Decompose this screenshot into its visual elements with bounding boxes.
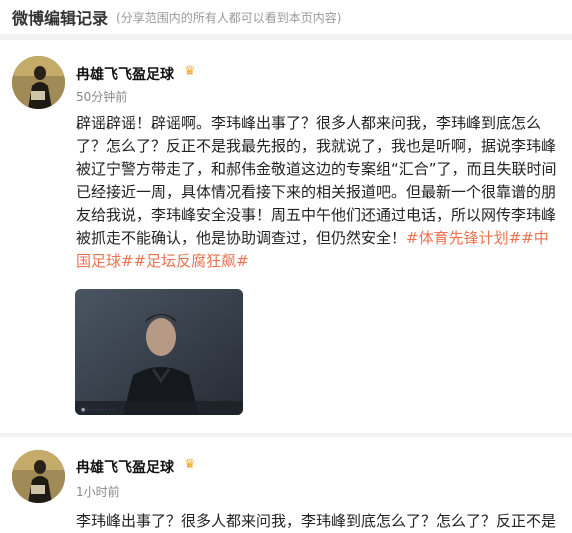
edit-record-card: 冉雄飞飞盈足球 ♛ 50分钟前 辟谣辟谣！辟谣啊。李玮峰出事了？很多人都来问我，… — [0, 40, 572, 433]
page-title: 微博编辑记录 — [12, 9, 109, 28]
post-text: 李玮峰出事了？很多人都来问我，李玮峰到底怎么了？怎么了？反正不是 — [76, 510, 566, 533]
post-time[interactable]: 1小时前 — [76, 483, 120, 500]
edit-record-card: 冉雄飞飞盈足球 ♛ 1小时前 李玮峰出事了？很多人都来问我，李玮峰到底怎么了？怎… — [0, 437, 572, 533]
svg-text:● · · · · · · ·: ● · · · · · · · · · — [81, 407, 114, 413]
avatar[interactable] — [12, 56, 65, 109]
page-subtitle: (分享范围内的所有人都可以看到本页内容) — [116, 10, 342, 25]
avatar[interactable] — [12, 450, 65, 503]
username[interactable]: 冉雄飞飞盈足球 — [76, 64, 174, 84]
post-time[interactable]: 50分钟前 — [76, 88, 127, 105]
page-header: 微博编辑记录 (分享范围内的所有人都可以看到本页内容) — [0, 0, 572, 34]
post-body: 李玮峰出事了？很多人都来问我，李玮峰到底怎么了？怎么了？反正不是 — [76, 512, 557, 530]
username[interactable]: 冉雄飞飞盈足球 — [76, 457, 174, 477]
post-image[interactable]: ● · · · · · · · · · — [75, 289, 243, 415]
crown-badge-icon: ♛ — [184, 457, 196, 472]
post-text: 辟谣辟谣！辟谣啊。李玮峰出事了？很多人都来问我，李玮峰到底怎么了？怎么了？反正不… — [76, 112, 558, 273]
post-body: 辟谣辟谣！辟谣啊。李玮峰出事了？很多人都来问我，李玮峰到底怎么了？怎么了？反正不… — [76, 114, 557, 247]
crown-badge-icon: ♛ — [184, 64, 196, 79]
